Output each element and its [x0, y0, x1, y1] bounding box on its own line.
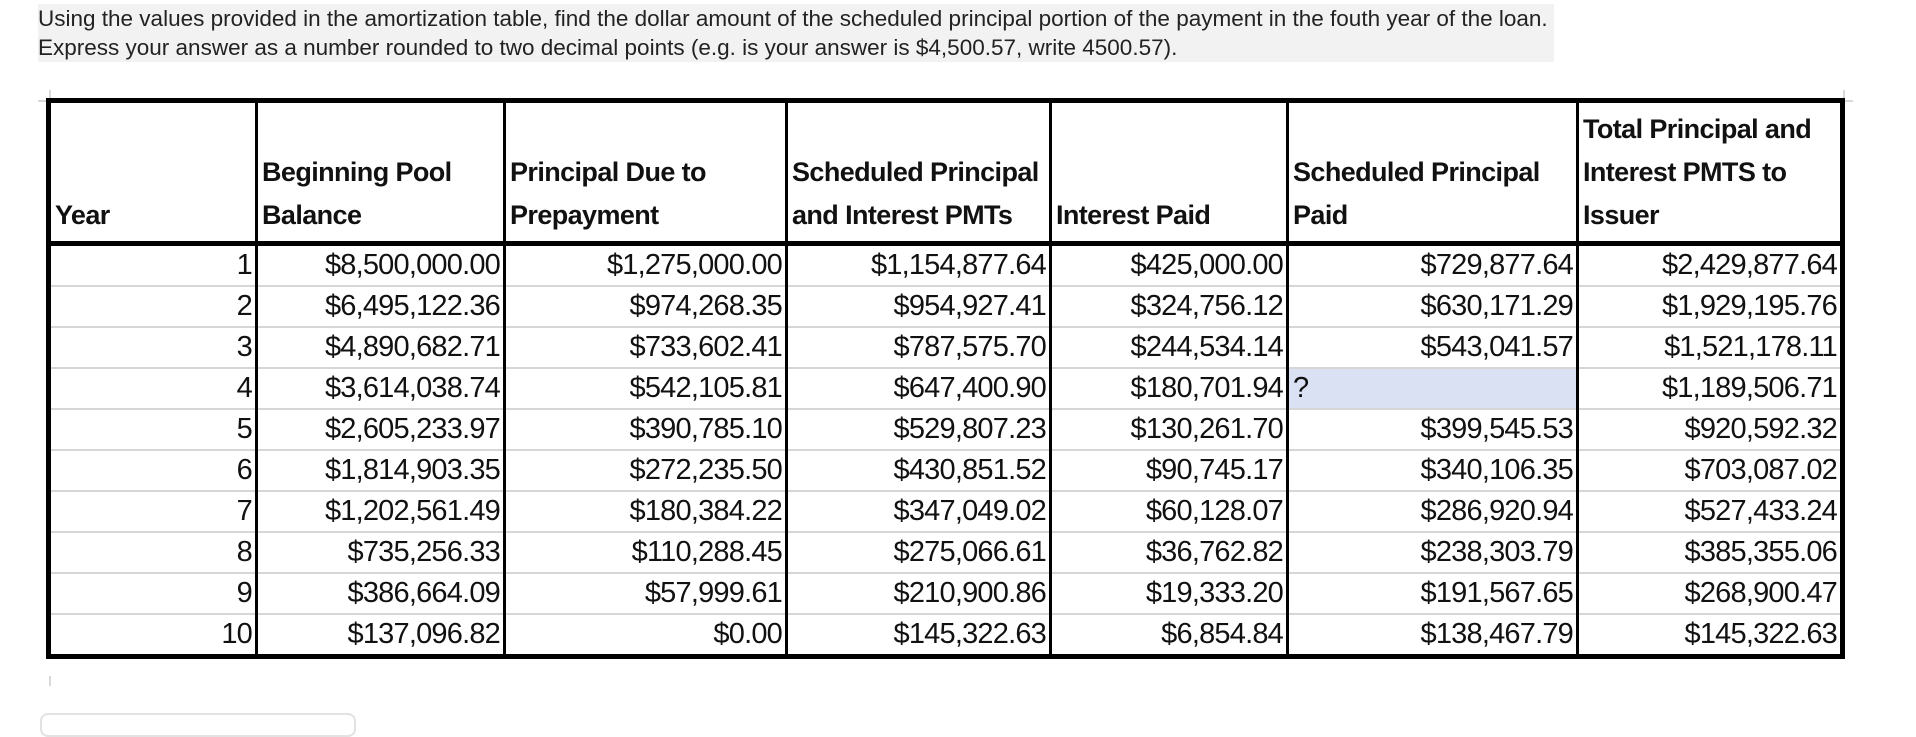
header-scheduled-principal-paid: Scheduled Principal Paid — [1286, 99, 1579, 246]
cell-scheduled-principal-paid: $238,303.79 — [1286, 531, 1579, 574]
cell-total-pi-to-issuer: $385,355.06 — [1576, 531, 1844, 574]
question-text: Using the values provided in the amortiz… — [38, 4, 1554, 62]
cell-scheduled-pi-pmts: $529,807.23 — [785, 408, 1052, 451]
cell-total-pi-to-issuer: $920,592.32 — [1576, 408, 1844, 451]
cell-principal-due-to-prepayment: $57,999.61 — [503, 572, 788, 615]
header-beginning-pool-balance: Beginning Pool Balance — [255, 99, 506, 246]
cell-beginning-pool-balance: $6,495,122.36 — [255, 285, 506, 328]
cell-interest-paid: $324,756.12 — [1049, 285, 1289, 328]
table-row: 10 $137,096.82 $0.00 $145,322.63 $6,854.84 $1… — [47, 613, 1844, 657]
gridline-tick — [49, 676, 51, 686]
header-row: Year Beginning Pool Balance Principal Du… — [47, 99, 1844, 246]
table-row: 2 $6,495,122.36 $974,268.35 $954,927.41 $324… — [47, 285, 1844, 328]
cell-year: 7 — [47, 490, 258, 533]
cell-scheduled-principal-paid: $543,041.57 — [1286, 326, 1579, 369]
cell-scheduled-pi-pmts: $145,322.63 — [785, 613, 1052, 657]
cell-beginning-pool-balance: $3,614,038.74 — [255, 367, 506, 410]
cell-total-pi-to-issuer: $1,189,506.71 — [1576, 367, 1844, 410]
cell-interest-paid: $36,762.82 — [1049, 531, 1289, 574]
cell-total-pi-to-issuer: $268,900.47 — [1576, 572, 1844, 615]
cell-beginning-pool-balance: $1,814,903.35 — [255, 449, 506, 492]
cell-year: 4 — [47, 367, 258, 410]
cell-interest-paid: $130,261.70 — [1049, 408, 1289, 451]
cell-interest-paid: $6,854.84 — [1049, 613, 1289, 657]
cell-scheduled-principal-paid: $340,106.35 — [1286, 449, 1579, 492]
cell-principal-due-to-prepayment: $390,785.10 — [503, 408, 788, 451]
cell-beginning-pool-balance: $1,202,561.49 — [255, 490, 506, 533]
cell-principal-due-to-prepayment: $1,275,000.00 — [503, 243, 788, 287]
header-total-principal-and-interest: Total Principal and Interest PMTS to Iss… — [1576, 99, 1844, 246]
cell-scheduled-principal-paid: $286,920.94 — [1286, 490, 1579, 533]
cell-total-pi-to-issuer: $527,433.24 — [1576, 490, 1844, 533]
cell-beginning-pool-balance: $137,096.82 — [255, 613, 506, 657]
header-year: Year — [47, 99, 258, 246]
table-row: 4 $3,614,038.74 $542,105.81 $647,400.90 $180… — [47, 367, 1844, 410]
cell-interest-paid: $244,534.14 — [1049, 326, 1289, 369]
cell-total-pi-to-issuer: $703,087.02 — [1576, 449, 1844, 492]
cell-year: 5 — [47, 408, 258, 451]
header-scheduled-principal-and-interest: Scheduled Principal and Interest PMTs — [785, 99, 1052, 246]
cell-scheduled-pi-pmts: $647,400.90 — [785, 367, 1052, 410]
question-line-2: Express your answer as a number rounded … — [38, 33, 1181, 62]
cell-principal-due-to-prepayment: $974,268.35 — [503, 285, 788, 328]
cell-principal-due-to-prepayment: $733,602.41 — [503, 326, 788, 369]
cell-year: 6 — [47, 449, 258, 492]
cell-beginning-pool-balance: $735,256.33 — [255, 531, 506, 574]
cell-scheduled-pi-pmts: $210,900.86 — [785, 572, 1052, 615]
cell-year: 2 — [47, 285, 258, 328]
table-row: 6 $1,814,903.35 $272,235.50 $430,851.52 $90,… — [47, 449, 1844, 492]
header-principal-due-to-prepayment: Principal Due to Prepayment — [503, 99, 788, 246]
cell-principal-due-to-prepayment: $542,105.81 — [503, 367, 788, 410]
cell-scheduled-principal-paid: $630,171.29 — [1286, 285, 1579, 328]
cell-beginning-pool-balance: $386,664.09 — [255, 572, 506, 615]
missing-value-cell[interactable]: ? — [1286, 367, 1579, 410]
cell-principal-due-to-prepayment: $180,384.22 — [503, 490, 788, 533]
cell-beginning-pool-balance: $2,605,233.97 — [255, 408, 506, 451]
cell-scheduled-pi-pmts: $787,575.70 — [785, 326, 1052, 369]
cell-scheduled-principal-paid: $399,545.53 — [1286, 408, 1579, 451]
table-row: 8 $735,256.33 $110,288.45 $275,066.61 $36,76… — [47, 531, 1844, 574]
cell-beginning-pool-balance: $8,500,000.00 — [255, 243, 506, 287]
cell-scheduled-pi-pmts: $430,851.52 — [785, 449, 1052, 492]
cell-scheduled-pi-pmts: $275,066.61 — [785, 531, 1052, 574]
cell-scheduled-principal-paid: $138,467.79 — [1286, 613, 1579, 657]
cell-total-pi-to-issuer: $1,521,178.11 — [1576, 326, 1844, 369]
cell-scheduled-pi-pmts: $1,154,877.64 — [785, 243, 1052, 287]
cell-scheduled-pi-pmts: $347,049.02 — [785, 490, 1052, 533]
amortization-table-container: Year Beginning Pool Balance Principal Du… — [46, 98, 1845, 659]
cell-interest-paid: $180,701.94 — [1049, 367, 1289, 410]
cell-beginning-pool-balance: $4,890,682.71 — [255, 326, 506, 369]
cell-total-pi-to-issuer: $2,429,877.64 — [1576, 243, 1844, 287]
cell-total-pi-to-issuer: $145,322.63 — [1576, 613, 1844, 657]
amortization-table: Year Beginning Pool Balance Principal Du… — [46, 98, 1845, 659]
cell-year: 3 — [47, 326, 258, 369]
table-row: 7 $1,202,561.49 $180,384.22 $347,049.02 $60,… — [47, 490, 1844, 533]
cell-scheduled-principal-paid: $191,567.65 — [1286, 572, 1579, 615]
cell-year: 9 — [47, 572, 258, 615]
cell-interest-paid: $90,745.17 — [1049, 449, 1289, 492]
cell-year: 1 — [47, 243, 258, 287]
cell-interest-paid: $19,333.20 — [1049, 572, 1289, 615]
cell-year: 8 — [47, 531, 258, 574]
cell-total-pi-to-issuer: $1,929,195.76 — [1576, 285, 1844, 328]
cell-principal-due-to-prepayment: $272,235.50 — [503, 449, 788, 492]
cell-interest-paid: $425,000.00 — [1049, 243, 1289, 287]
table-row: 3 $4,890,682.71 $733,602.41 $787,575.70 $244… — [47, 326, 1844, 369]
cell-scheduled-principal-paid: $729,877.64 — [1286, 243, 1579, 287]
header-interest-paid: Interest Paid — [1049, 99, 1289, 246]
cell-interest-paid: $60,128.07 — [1049, 490, 1289, 533]
table-row: 1 $8,500,000.00 $1,275,000.00 $1,154,877.64… — [47, 243, 1844, 287]
question-line-1: Using the values provided in the amortiz… — [38, 4, 1551, 33]
cell-principal-due-to-prepayment: $0.00 — [503, 613, 788, 657]
table-row: 5 $2,605,233.97 $390,785.10 $529,807.23 $130… — [47, 408, 1844, 451]
cell-principal-due-to-prepayment: $110,288.45 — [503, 531, 788, 574]
cell-year: 10 — [47, 613, 258, 657]
cell-scheduled-pi-pmts: $954,927.41 — [785, 285, 1052, 328]
answer-input[interactable] — [40, 713, 356, 737]
table-row: 9 $386,664.09 $57,999.61 $210,900.86 $19,333… — [47, 572, 1844, 615]
